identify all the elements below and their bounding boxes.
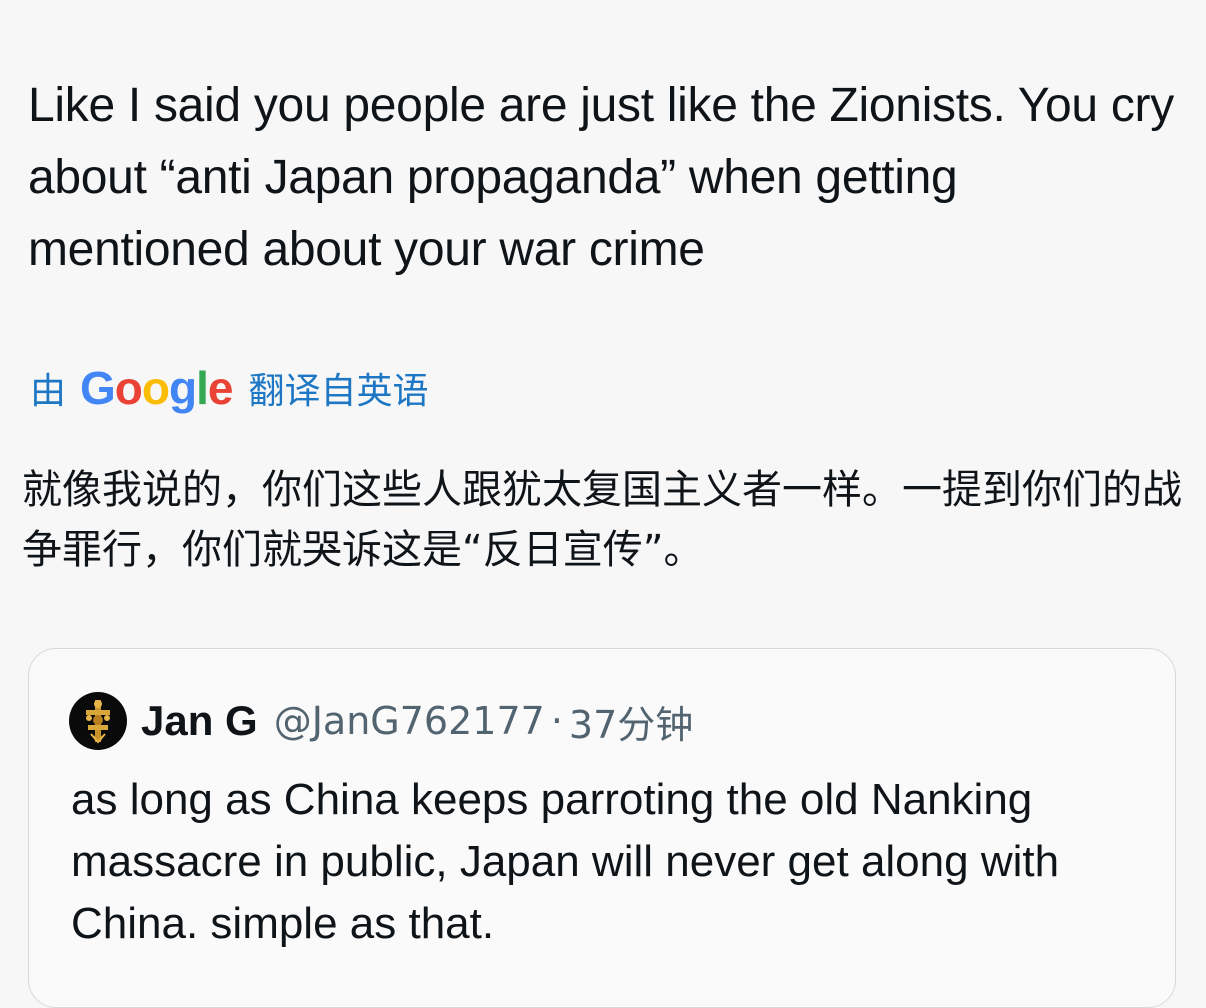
quoted-tweet-text: as long as China keeps parroting the old…: [71, 775, 1060, 948]
quoted-timestamp[interactable]: 37分钟: [569, 694, 693, 749]
translated-by-label: 由: [30, 371, 67, 412]
quoted-tweet-header: Jan G @JanG762177 · 37分钟: [69, 689, 693, 753]
quoted-handle[interactable]: @JanG762177: [274, 699, 545, 743]
tweet-text: Like I said you people are just like the…: [28, 79, 1174, 276]
avatar[interactable]: [69, 692, 127, 750]
translated-by-google-button[interactable]: 由 Google 翻译自英语: [30, 356, 429, 420]
ornate-gold-emblem-icon: [86, 700, 110, 744]
translated-tweet-text: 就像我说的，你们这些人跟犹太复国主义者一样。一提到你们的战争罪行，你们就哭诉这是…: [22, 467, 1182, 573]
translated-from-english-label: 翻译自英语: [248, 371, 429, 412]
quoted-tweet-card[interactable]: Jan G @JanG762177 · 37分钟 as long as Chin…: [28, 648, 1176, 1008]
google-logo: Google: [80, 362, 233, 414]
quoted-display-name[interactable]: Jan G: [141, 697, 258, 745]
separator-dot: ·: [550, 699, 563, 743]
